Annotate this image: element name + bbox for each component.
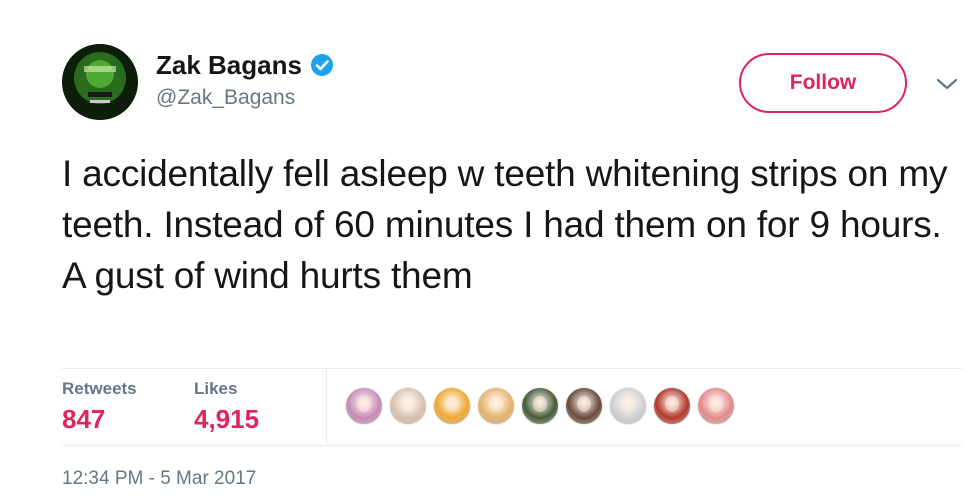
likes-label: Likes bbox=[194, 379, 238, 398]
display-name-row: Zak Bagans bbox=[156, 50, 334, 80]
likes-stat[interactable]: Likes 4,915 bbox=[194, 379, 259, 435]
liker-1-avatar[interactable] bbox=[345, 387, 383, 425]
avatar-face-icon bbox=[401, 396, 415, 412]
avatar-image-icon bbox=[62, 44, 138, 120]
tweet-text: I accidentally fell asleep w teeth white… bbox=[62, 153, 948, 296]
liker-7-avatar[interactable] bbox=[609, 387, 647, 425]
liker-8-avatar[interactable] bbox=[653, 387, 691, 425]
avatar-face-icon bbox=[489, 396, 503, 412]
liker-3-avatar[interactable] bbox=[433, 387, 471, 425]
liker-9-avatar[interactable] bbox=[697, 387, 735, 425]
avatar-face-icon bbox=[665, 396, 679, 412]
avatar-face-icon bbox=[445, 396, 459, 412]
avatar-face-icon bbox=[577, 396, 591, 412]
chevron-down-icon[interactable] bbox=[935, 76, 959, 92]
avatar-face-icon bbox=[357, 396, 371, 412]
author-info: Zak Bagans @Zak_Bagans bbox=[156, 50, 334, 110]
verified-badge-icon bbox=[310, 53, 334, 77]
retweets-count: 847 bbox=[62, 404, 106, 434]
liker-5-avatar[interactable] bbox=[521, 387, 559, 425]
liker-4-avatar[interactable] bbox=[477, 387, 515, 425]
retweets-stat[interactable]: Retweets 847 bbox=[62, 379, 137, 435]
avatar-face-icon bbox=[533, 396, 547, 412]
liker-6-avatar[interactable] bbox=[565, 387, 603, 425]
avatar-face-icon bbox=[709, 396, 723, 412]
tweet-timestamp[interactable]: 12:34 PM - 5 Mar 2017 bbox=[62, 468, 256, 490]
display-name[interactable]: Zak Bagans bbox=[156, 50, 302, 80]
tweet-card: Zak Bagans @Zak_Bagans Follow I accident… bbox=[0, 0, 980, 500]
likes-count: 4,915 bbox=[194, 404, 260, 434]
retweets-label: Retweets bbox=[62, 379, 137, 398]
liker-2-avatar[interactable] bbox=[389, 387, 427, 425]
likers-avatars bbox=[345, 387, 741, 425]
author-avatar[interactable] bbox=[62, 44, 138, 120]
author-handle[interactable]: @Zak_Bagans bbox=[156, 86, 334, 110]
follow-button[interactable]: Follow bbox=[739, 53, 907, 113]
tweet-stats: Retweets 847 Likes 4,915 bbox=[62, 368, 962, 446]
avatar-face-icon bbox=[621, 396, 635, 412]
stats-divider bbox=[326, 369, 327, 445]
